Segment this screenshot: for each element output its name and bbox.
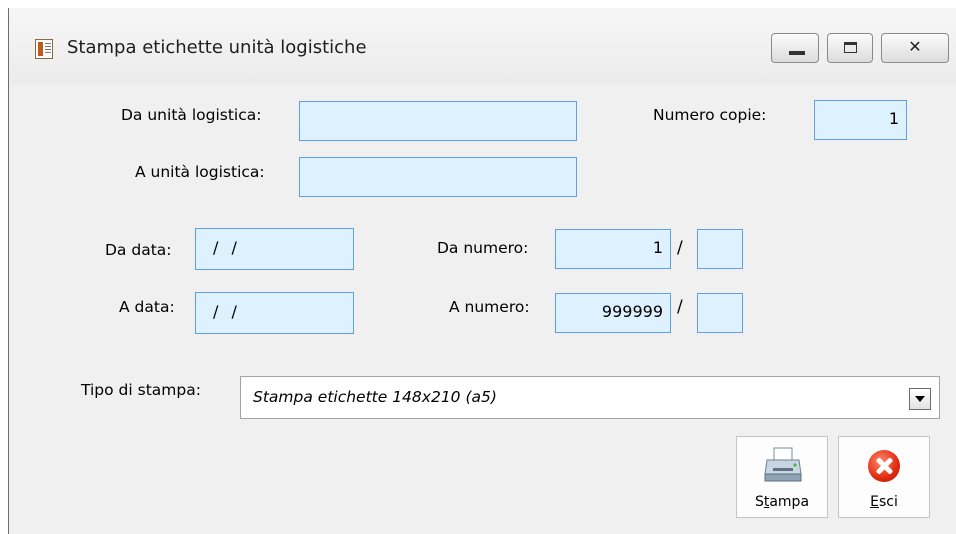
da-unita-label: Da unità logistica: — [121, 106, 262, 124]
tipo-stampa-select[interactable]: Stampa etichette 148x210 (a5) — [240, 376, 940, 419]
minimize-icon — [789, 51, 805, 55]
maximize-icon — [844, 42, 857, 53]
tipo-stampa-label: Tipo di stampa: — [81, 381, 201, 399]
maximize-button[interactable] — [827, 33, 873, 63]
da-data-label: Da data: — [105, 241, 172, 259]
da-unita-input[interactable] — [299, 101, 577, 141]
minimize-button[interactable] — [771, 33, 819, 63]
stampa-button[interactable]: Stampa — [736, 436, 828, 518]
numero-copie-input[interactable]: 1 — [814, 100, 907, 140]
tipo-stampa-value: Stampa etichette 148x210 (a5) — [253, 388, 497, 406]
stampa-label: Stampa — [754, 494, 810, 510]
a-numero-label: A numero: — [449, 298, 530, 316]
da-numero-separator: / — [677, 238, 683, 258]
title-bar[interactable]: Stampa etichette unità logistiche ✕ — [9, 8, 956, 84]
a-numero-suffix-input[interactable] — [697, 293, 743, 333]
a-numero-separator: / — [677, 297, 683, 317]
esci-button[interactable]: Esci — [838, 436, 930, 518]
da-numero-input[interactable]: 1 — [555, 229, 671, 269]
esci-label: Esci — [870, 494, 898, 510]
report-icon — [35, 39, 53, 59]
close-circle-icon — [868, 450, 900, 482]
numero-copie-label: Numero copie: — [653, 106, 767, 124]
a-data-input[interactable]: / / — [195, 292, 354, 334]
chevron-down-icon[interactable] — [909, 388, 931, 410]
close-button[interactable]: ✕ — [881, 33, 949, 63]
da-data-input[interactable]: / / — [195, 228, 354, 270]
a-data-label: A data: — [119, 298, 175, 316]
da-numero-suffix-input[interactable] — [697, 229, 743, 269]
printer-icon — [764, 447, 802, 482]
dialog-window: Stampa etichette unità logistiche ✕ Da u… — [8, 8, 956, 534]
close-icon: ✕ — [908, 37, 922, 56]
window-title: Stampa etichette unità logistiche — [67, 37, 367, 58]
a-unita-input[interactable] — [299, 157, 577, 197]
da-numero-label: Da numero: — [437, 239, 529, 257]
a-numero-input[interactable]: 999999 — [555, 293, 671, 333]
a-unita-label: A unità logistica: — [135, 163, 265, 181]
